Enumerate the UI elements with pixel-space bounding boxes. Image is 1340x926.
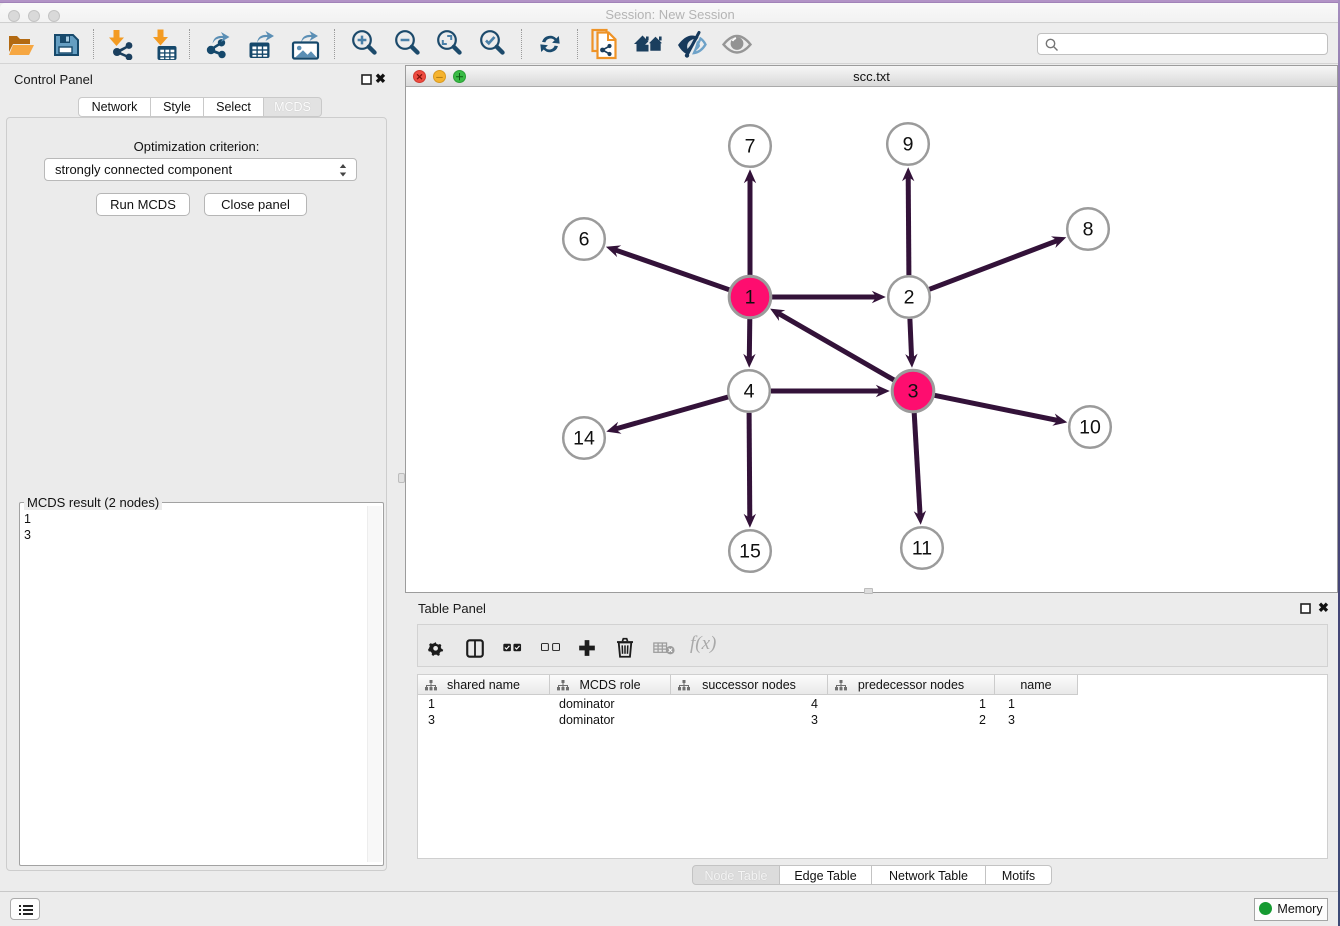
- svg-text:7: 7: [745, 136, 756, 158]
- svg-text:4: 4: [744, 381, 755, 403]
- svg-text:15: 15: [739, 541, 761, 563]
- svg-text:3: 3: [908, 381, 919, 403]
- svg-text:9: 9: [903, 134, 914, 156]
- svg-text:8: 8: [1083, 219, 1094, 241]
- svg-text:14: 14: [573, 428, 595, 450]
- svg-text:2: 2: [904, 287, 915, 309]
- svg-text:10: 10: [1079, 417, 1101, 439]
- svg-text:1: 1: [745, 287, 756, 309]
- svg-text:6: 6: [579, 229, 590, 251]
- svg-text:11: 11: [912, 538, 932, 560]
